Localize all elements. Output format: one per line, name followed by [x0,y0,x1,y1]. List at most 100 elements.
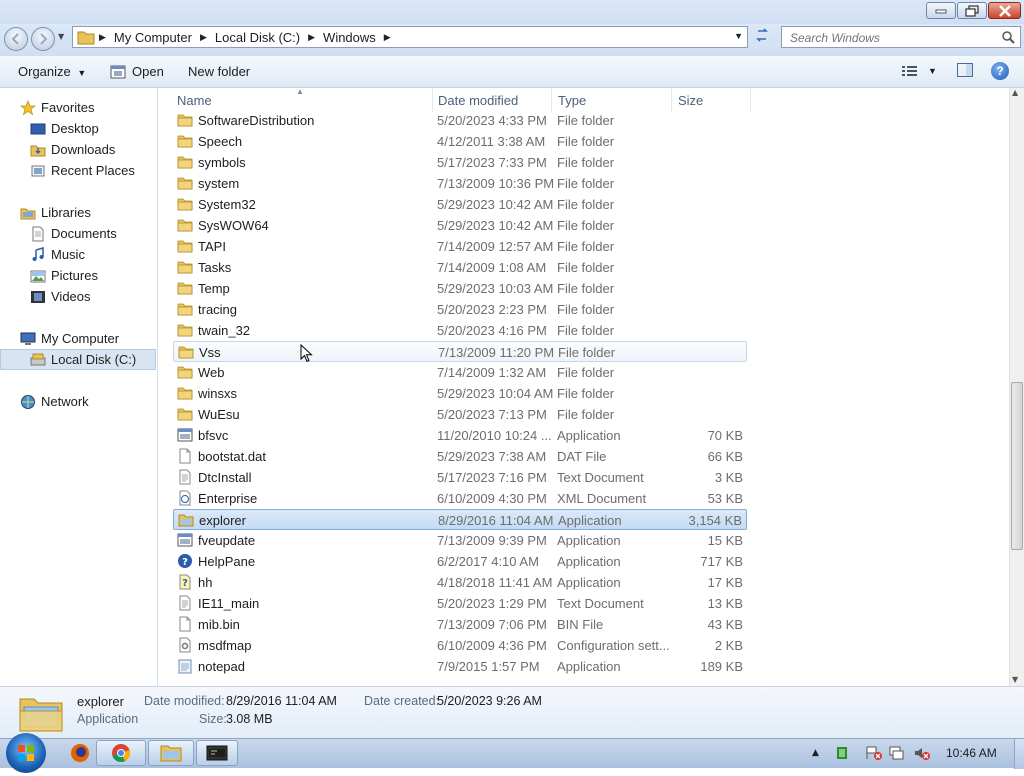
file-row[interactable]: mib.bin 7/13/2009 7:06 PM BIN File 43 KB [173,614,747,635]
scroll-up-icon[interactable]: ▲ [1012,88,1018,97]
file-row[interactable]: Vss 7/13/2009 11:20 PM File folder [173,341,747,362]
action-center-icon[interactable] [835,746,849,760]
view-options-dropdown[interactable]: ▼ [928,66,937,76]
change-view-button[interactable] [902,65,918,80]
vertical-scrollbar[interactable]: ▲ ▼ [1009,88,1024,686]
flag-warning-icon[interactable] [865,745,883,761]
command-bar: Organize ▼ Open New folder ▼ ? [0,56,1024,88]
file-row-partial[interactable] [173,677,747,686]
column-header-size[interactable]: Size [678,93,703,108]
scroll-down-icon[interactable]: ▼ [1012,675,1018,684]
forward-button[interactable] [31,27,55,51]
file-row[interactable]: DtcInstall 5/17/2023 7:16 PM Text Document… [173,467,747,488]
file-row[interactable]: explorer 8/29/2016 11:04 AM Application 3,1… [173,509,747,530]
file-row[interactable]: Tasks 7/14/2009 1:08 AM File folder [173,257,747,278]
search-icon[interactable] [1001,30,1015,44]
minimize-button[interactable] [926,2,956,19]
search-box[interactable] [781,26,1021,48]
nav-local-disk[interactable]: Local Disk (C:) [0,349,156,370]
file-row[interactable]: Speech 4/12/2011 3:38 AM File folder [173,131,747,152]
breadcrumb-separator[interactable]: ▶ [196,32,211,43]
file-name: notepad [198,659,245,674]
breadcrumb-windows[interactable]: Windows [319,30,380,45]
file-size: 3 KB [714,470,743,485]
new-folder-button[interactable]: New folder [188,64,250,79]
start-button[interactable] [6,733,46,773]
column-divider[interactable] [750,88,751,112]
show-desktop-button[interactable] [1014,739,1024,769]
nav-music[interactable]: Music [0,244,156,265]
preview-pane-button[interactable] [957,63,973,77]
breadcrumb-separator[interactable]: ▶ [95,32,110,43]
breadcrumb-local-disk[interactable]: Local Disk (C:) [211,30,304,45]
file-row[interactable]: notepad 7/9/2015 1:57 PM Application 189 KB [173,656,747,677]
file-row[interactable]: bootstat.dat 5/29/2023 7:38 AM DAT File 66 … [173,446,747,467]
file-row[interactable]: Enterprise 6/10/2009 4:30 PM XML Document 5… [173,488,747,509]
file-row[interactable]: IE11_main 5/20/2023 1:29 PM Text Document 1… [173,593,747,614]
file-row[interactable]: winsxs 5/29/2023 10:04 AM File folder [173,383,747,404]
file-name: system [198,176,240,191]
nav-favorites[interactable]: Favorites [0,97,156,118]
back-button[interactable] [4,27,28,51]
refresh-button[interactable] [750,27,774,47]
taskbar-explorer[interactable] [148,740,194,766]
taskbar-chrome[interactable] [96,740,146,766]
file-row[interactable]: Web 7/14/2009 1:32 AM File folder [173,362,747,383]
folder-icon [177,114,193,127]
file-size: 66 KB [707,449,743,464]
file-date-modified: 7/14/2009 1:32 AM [437,365,547,380]
nav-libraries[interactable]: Libraries [0,202,156,223]
volume-muted-icon[interactable] [913,745,931,761]
address-history-dropdown[interactable]: ▼ [734,31,743,41]
help-button[interactable]: ? [991,62,1009,80]
file-row[interactable]: ? HelpPane 6/2/2017 4:10 AM Application 717 … [173,551,747,572]
file-row[interactable]: msdfmap 6/10/2009 4:36 PM Configuration se… [173,635,747,656]
file-date-modified: 4/12/2011 3:38 AM [437,134,546,149]
column-divider[interactable] [432,88,433,112]
breadcrumb-separator[interactable]: ▶ [380,32,395,43]
address-bar[interactable]: ▶ My Computer ▶ Local Disk (C:) ▶ Window… [72,26,748,48]
file-row[interactable]: twain_32 5/20/2023 4:16 PM File folder [173,320,747,341]
nav-pictures[interactable]: Pictures [0,265,156,286]
network-tray-icon[interactable] [889,745,907,761]
help-icon: ? [996,64,1004,78]
file-row[interactable]: Temp 5/29/2023 10:03 AM File folder [173,278,747,299]
show-hidden-icons-icon[interactable]: ▲ [812,748,819,758]
nav-documents[interactable]: Documents [0,223,156,244]
nav-my-computer[interactable]: My Computer [0,328,156,349]
nav-downloads[interactable]: Downloads [0,139,156,160]
column-divider[interactable] [551,88,552,112]
file-row[interactable]: System32 5/29/2023 10:42 AM File folder [173,194,747,215]
file-row[interactable]: tracing 5/20/2023 2:23 PM File folder [173,299,747,320]
nav-recent-places[interactable]: Recent Places [0,160,156,181]
file-row[interactable]: WuEsu 5/20/2023 7:13 PM File folder [173,404,747,425]
file-row[interactable]: bfsvc 11/20/2010 10:24 ... Application 70 K… [173,425,747,446]
breadcrumb-separator[interactable]: ▶ [304,32,319,43]
nav-network[interactable]: Network [0,391,156,412]
breadcrumb-my-computer[interactable]: My Computer [110,30,196,45]
file-row[interactable]: SysWOW64 5/29/2023 10:42 AM File folder [173,215,747,236]
column-header-date-modified[interactable]: Date modified [438,93,518,108]
restore-button[interactable] [957,2,987,19]
search-input[interactable] [788,28,1002,48]
column-header-name[interactable]: Name [177,93,212,108]
file-row[interactable]: symbols 5/17/2023 7:33 PM File folder [173,152,747,173]
nav-desktop[interactable]: Desktop [0,118,156,139]
taskbar-app[interactable] [196,740,238,766]
nav-videos[interactable]: Videos [0,286,156,307]
file-date-modified: 8/29/2016 11:04 AM [438,513,554,528]
file-row[interactable]: TAPI 7/14/2009 12:57 AM File folder [173,236,747,257]
close-button[interactable] [988,2,1021,19]
column-header-type[interactable]: Type [558,93,586,108]
column-divider[interactable] [671,88,672,112]
clock[interactable]: 10:46 AM [946,746,997,760]
navigation-pane: Favorites Desktop Downloads Recent Place… [0,88,158,686]
organize-button[interactable]: Organize ▼ [18,64,86,79]
recent-pages-dropdown[interactable]: ▼ [58,32,68,46]
file-row[interactable]: system 7/13/2009 10:36 PM File folder [173,173,747,194]
file-row[interactable]: fveupdate 7/13/2009 9:39 PM Application 15 … [173,530,747,551]
file-row[interactable]: SoftwareDistribution 5/20/2023 4:33 PM Fil… [173,110,747,131]
file-row[interactable]: ? hh 4/18/2018 11:41 AM Application 17 KB [173,572,747,593]
open-button[interactable]: Open [110,64,164,79]
scroll-thumb[interactable] [1011,382,1023,550]
